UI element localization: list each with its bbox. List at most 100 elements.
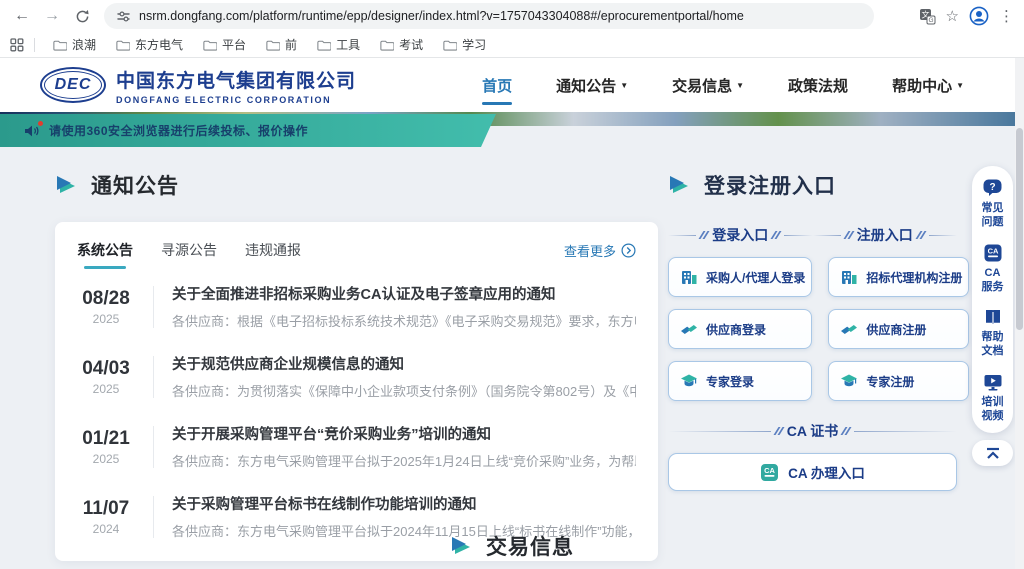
bookmark-label: 东方电气 [135,36,183,53]
video-icon [983,372,1003,392]
handshake-icon [680,320,698,338]
url-text[interactable]: nsrm.dongfang.com/platform/runtime/epp/d… [139,9,744,23]
forward-icon[interactable]: → [40,4,64,28]
notice-title[interactable]: 关于规范供应商企业规模信息的通知 [172,353,636,374]
menu-dots-icon[interactable]: ⋮ [999,7,1014,25]
page: DEC 中国东方电气集团有限公司 DONGFANG ELECTRIC CORPO… [0,58,1024,569]
apps-grid-icon[interactable] [10,38,24,52]
notice-item[interactable]: 04/03 2025 关于规范供应商企业规模信息的通知 各供应商：为贯彻落实《保… [55,341,658,411]
refresh-icon[interactable] [70,4,94,28]
nav-policies[interactable]: 政策法规 [788,75,848,96]
bookmark-label: 平台 [222,36,246,53]
collapse-up-icon [985,447,1001,460]
bookmark-label: 浪潮 [72,36,96,53]
bookmark-star-icon[interactable]: ☆ [946,7,959,25]
notice-date: 01/21 2025 [77,428,135,466]
bookmark-folder[interactable]: 工具 [309,34,368,55]
notice-desc: 各供应商：为贯彻落实《保障中小企业款项支付条例》（国务院令第802号）及《中小企… [172,381,636,400]
bookmarks-bar: 浪潮 东方电气 平台 前 工具 考试 学习 [0,32,1024,58]
company-name-cn: 中国东方电气集团有限公司 [116,66,356,93]
ca-certificate-header: CA 证书 [668,421,957,441]
ca-icon: CA [760,463,779,482]
collapse-toolbar-button[interactable] [972,440,1013,466]
building-icon [840,268,858,286]
bookmark-label: 前 [285,36,297,53]
chevron-down-icon: ▼ [736,81,744,90]
bidding-agency-register-button[interactable]: 招标代理机构注册 [828,257,969,297]
expert-register-button[interactable]: 专家注册 [828,361,969,401]
company-name-en: DONGFANG ELECTRIC CORPORATION [116,95,356,105]
nav-help-center[interactable]: 帮助中心▼ [892,75,964,96]
bookmark-folder[interactable]: 东方电气 [108,34,191,55]
divider [153,356,154,398]
speaker-icon [24,124,40,138]
supplier-login-button[interactable]: 供应商登录 [668,309,812,349]
site-settings-icon[interactable] [116,9,131,24]
faq-button[interactable]: ? 常见问题 [980,178,1006,230]
notice-item[interactable]: 01/21 2025 关于开展采购管理平台“竞价采购业务”培训的通知 各供应商：… [55,411,658,481]
notice-title[interactable]: 关于全面推进非招标采购业务CA认证及电子签章应用的通知 [172,283,636,304]
notices-tabs: 系统公告 寻源公告 违规通报 查看更多 [55,226,658,271]
buyer-agent-login-button[interactable]: 采购人/代理人登录 [668,257,812,297]
training-videos-button[interactable]: 培训视频 [980,372,1006,424]
login-register-section: 登录注册入口 登录入口 注册入口 采购人/代理人登录 招标代理机构注册 [668,170,957,491]
help-docs-button[interactable]: 帮助文档 [980,307,1006,359]
notice-date: 08/28 2025 [77,288,135,326]
section-arrow-icon [450,535,472,557]
company-logo[interactable]: DEC 中国东方电气集团有限公司 DONGFANG ELECTRIC CORPO… [40,66,356,105]
tab-system-notices[interactable]: 系统公告 [77,240,133,260]
notice-title[interactable]: 关于开展采购管理平台“竞价采购业务”培训的通知 [172,423,636,444]
scrollbar-thumb[interactable] [1016,128,1023,330]
chevron-down-icon: ▼ [956,81,964,90]
divider [153,426,154,468]
circle-chevron-right-icon [621,243,636,258]
translate-icon[interactable]: 文G [919,8,936,25]
expert-login-button[interactable]: 专家登录 [668,361,812,401]
folder-icon [203,39,217,51]
graduate-cap-icon [840,372,858,390]
login-entry-header: 登录入口 [668,225,813,245]
divider [34,38,35,52]
tab-sourcing-notices[interactable]: 寻源公告 [161,240,217,260]
url-bar[interactable]: nsrm.dongfang.com/platform/runtime/epp/d… [104,3,874,29]
bookmark-folder[interactable]: 平台 [195,34,254,55]
section-title: 交易信息 [486,531,574,561]
ribbon-text: 请使用360安全浏览器进行后续投标、报价操作 [49,122,308,139]
browser-notice-ribbon: 请使用360安全浏览器进行后续投标、报价操作 [0,114,496,147]
notice-date: 11/07 2024 [77,498,135,536]
bookmark-label: 学习 [462,36,486,53]
bookmark-label: 工具 [336,36,360,53]
profile-avatar-icon[interactable] [969,6,989,26]
ca-service-button[interactable]: CA CA服务 [980,243,1006,295]
bookmark-folder[interactable]: 考试 [372,34,431,55]
divider [153,286,154,328]
bookmark-folder[interactable]: 前 [258,34,305,55]
question-icon: ? [982,178,1003,198]
nav-notices[interactable]: 通知公告▼ [556,75,628,96]
dec-logo-icon: DEC [40,67,106,103]
folder-icon [53,39,67,51]
nav-trade-info[interactable]: 交易信息▼ [672,75,744,96]
document-icon [983,307,1003,327]
register-entry-header: 注册入口 [813,225,958,245]
bookmark-folder[interactable]: 学习 [435,34,494,55]
site-header: DEC 中国东方电气集团有限公司 DONGFANG ELECTRIC CORPO… [0,58,1024,112]
section-title: 登录注册入口 [704,170,836,200]
supplier-register-button[interactable]: 供应商注册 [828,309,969,349]
divider [153,496,154,538]
building-icon [680,268,698,286]
graduate-cap-icon [680,372,698,390]
nav-home[interactable]: 首页 [482,75,512,96]
folder-icon [380,39,394,51]
view-more-link[interactable]: 查看更多 [564,241,636,260]
scrollbar-track[interactable] [1015,58,1024,569]
ca-apply-button[interactable]: CA CA 办理入口 [668,453,957,491]
notice-item[interactable]: 08/28 2025 关于全面推进非招标采购业务CA认证及电子签章应用的通知 各… [55,271,658,341]
back-icon[interactable]: ← [10,4,34,28]
notice-desc: 各供应商：根据《电子招标投标系统技术规范》《电子采购交易规范》要求，东方电气采购… [172,311,636,330]
notice-title[interactable]: 关于采购管理平台标书在线制作功能培训的通知 [172,493,636,514]
browser-toolbar: ← → nsrm.dongfang.com/platform/runtime/e… [0,0,1024,32]
bookmark-folder[interactable]: 浪潮 [45,34,104,55]
tab-violation-reports[interactable]: 违规通报 [245,240,301,260]
folder-icon [266,39,280,51]
